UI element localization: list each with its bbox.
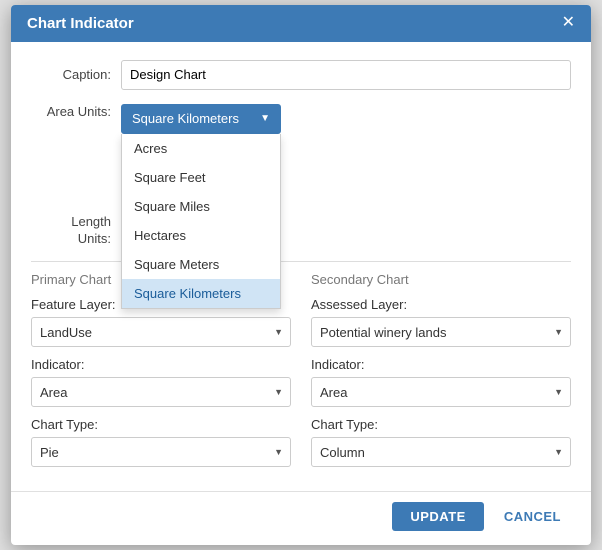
primary-chart-type-select[interactable]: Pie bbox=[31, 437, 291, 467]
secondary-indicator-select[interactable]: Area bbox=[311, 377, 571, 407]
dropdown-option-hectares[interactable]: Hectares bbox=[122, 221, 280, 250]
secondary-indicator-select-wrapper: Area bbox=[311, 377, 571, 407]
feature-layer-select[interactable]: LandUse bbox=[31, 317, 291, 347]
update-button[interactable]: UPDATE bbox=[392, 502, 483, 531]
secondary-chart-type-select[interactable]: Column bbox=[311, 437, 571, 467]
area-units-dropdown-button[interactable]: Square Kilometers ▼ bbox=[121, 104, 281, 134]
cancel-button[interactable]: CANCEL bbox=[494, 502, 571, 531]
secondary-chart-column: Secondary Chart Assessed Layer: Potentia… bbox=[311, 272, 571, 467]
dropdown-option-acres[interactable]: Acres bbox=[122, 134, 280, 163]
secondary-chart-type-select-wrapper: Column bbox=[311, 437, 571, 467]
dropdown-arrow-icon: ▼ bbox=[260, 113, 270, 124]
close-button[interactable]: ✕ bbox=[562, 15, 575, 31]
assessed-layer-label: Assessed Layer: bbox=[311, 297, 571, 312]
dropdown-option-square-feet[interactable]: Square Feet bbox=[122, 163, 280, 192]
primary-indicator-label: Indicator: bbox=[31, 357, 291, 372]
dialog-body: Caption: Area Units: Square Kilometers ▼… bbox=[11, 42, 591, 482]
caption-row: Caption: bbox=[31, 60, 571, 90]
area-units-selected-value: Square Kilometers bbox=[132, 111, 239, 126]
feature-layer-select-wrapper: LandUse bbox=[31, 317, 291, 347]
secondary-chart-title: Secondary Chart bbox=[311, 272, 571, 287]
caption-label: Caption: bbox=[31, 67, 121, 82]
assessed-layer-select-wrapper: Potential winery lands bbox=[311, 317, 571, 347]
dialog-title: Chart Indicator bbox=[27, 15, 134, 32]
area-units-dropdown-list: Acres Square Feet Square Miles Hectares … bbox=[121, 134, 281, 309]
secondary-chart-type-label: Chart Type: bbox=[311, 417, 571, 432]
section-divider bbox=[31, 261, 571, 262]
chart-indicator-dialog: Chart Indicator ✕ Caption: Area Units: S… bbox=[11, 5, 591, 546]
length-units-row: Length Units: bbox=[31, 214, 571, 248]
dropdown-option-square-miles[interactable]: Square Miles bbox=[122, 192, 280, 221]
primary-indicator-select-wrapper: Area bbox=[31, 377, 291, 407]
dropdown-option-square-kilometers[interactable]: Square Kilometers bbox=[122, 279, 280, 308]
caption-input[interactable] bbox=[121, 60, 571, 90]
area-units-label: Area Units: bbox=[31, 104, 121, 119]
area-units-row: Area Units: Square Kilometers ▼ Acres Sq… bbox=[31, 104, 571, 134]
length-units-label: Length Units: bbox=[31, 214, 121, 248]
dialog-header: Chart Indicator ✕ bbox=[11, 5, 591, 42]
dropdown-option-square-meters[interactable]: Square Meters bbox=[122, 250, 280, 279]
dialog-footer: UPDATE CANCEL bbox=[11, 491, 591, 545]
charts-section: Primary Chart Feature Layer: LandUse Ind… bbox=[31, 272, 571, 467]
primary-indicator-select[interactable]: Area bbox=[31, 377, 291, 407]
primary-chart-type-select-wrapper: Pie bbox=[31, 437, 291, 467]
primary-chart-type-label: Chart Type: bbox=[31, 417, 291, 432]
secondary-indicator-label: Indicator: bbox=[311, 357, 571, 372]
assessed-layer-select[interactable]: Potential winery lands bbox=[311, 317, 571, 347]
area-units-dropdown-wrapper: Square Kilometers ▼ Acres Square Feet Sq… bbox=[121, 104, 281, 134]
